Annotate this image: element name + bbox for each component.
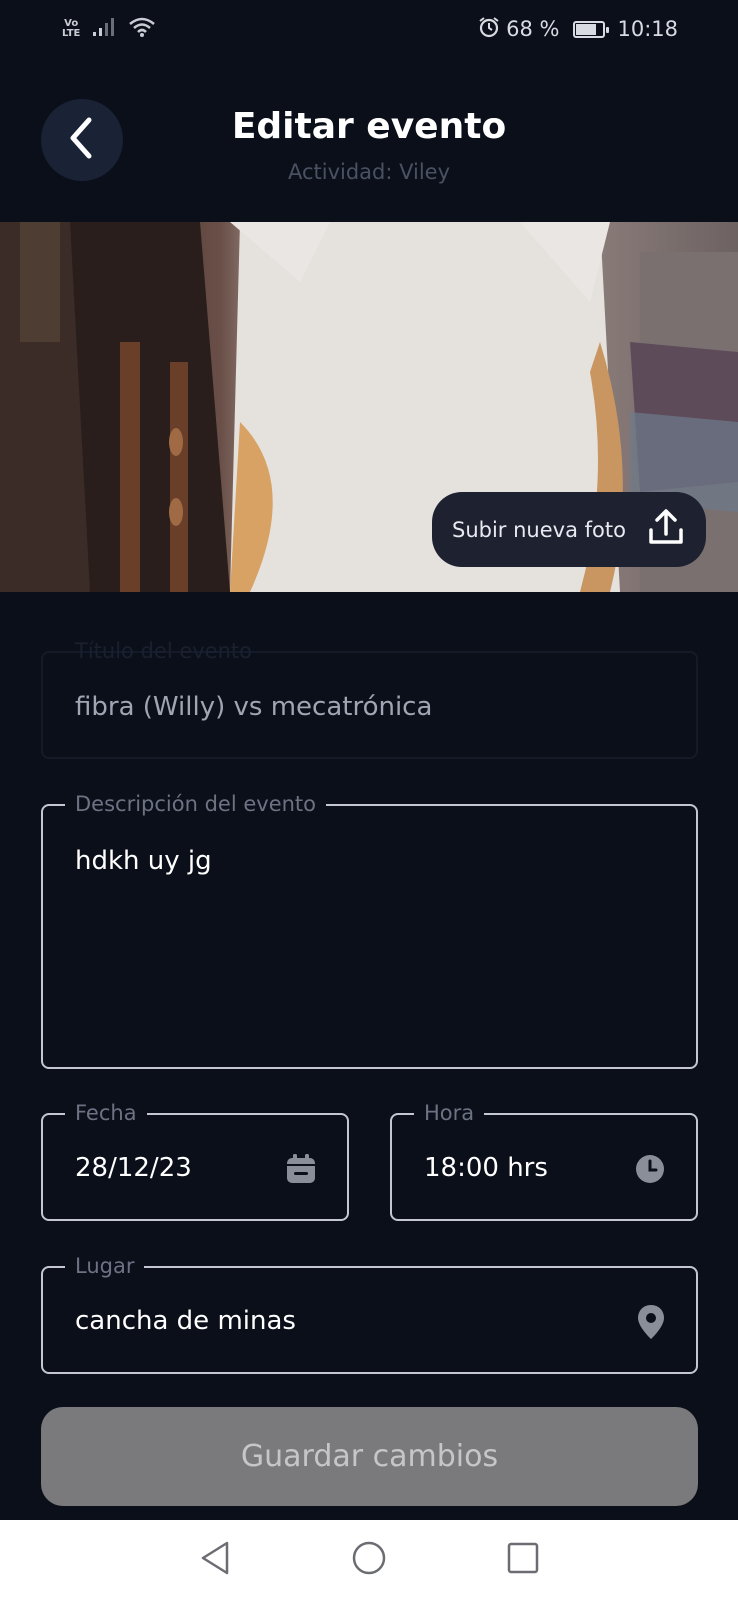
battery-icon: [573, 20, 610, 38]
clock-icon[interactable]: [634, 1153, 666, 1189]
event-title-value: fibra (Willy) vs mecatrónica: [75, 692, 433, 722]
status-right: 68 % 10:18: [478, 16, 678, 43]
page-subtitle: Actividad: Viley: [287, 160, 451, 184]
battery-percent: 68 %: [506, 17, 560, 41]
event-place-label: Lugar: [65, 1253, 145, 1279]
nav-back-icon[interactable]: [199, 1540, 231, 1580]
volte-indicator: Vo LTE: [62, 19, 80, 39]
event-title-label: Título del evento: [75, 639, 252, 663]
status-bar: Vo LTE 68 % 10:18: [0, 0, 738, 58]
battery-level: [576, 23, 596, 35]
event-description-value: hdkh uy jg: [75, 846, 212, 876]
event-time-value: 18:00 hrs: [424, 1153, 548, 1183]
event-date-value: 28/12/23: [75, 1153, 192, 1183]
status-time: 10:18: [617, 17, 678, 41]
wifi-icon: [128, 16, 156, 43]
event-place-field[interactable]: Lugar cancha de minas: [41, 1253, 698, 1374]
volte-bottom-text: LTE: [62, 28, 81, 39]
event-time-field[interactable]: Hora 18:00 hrs: [390, 1100, 698, 1221]
event-description-field[interactable]: Descripción del evento hdkh uy jg: [41, 791, 698, 1069]
event-time-label: Hora: [414, 1100, 485, 1126]
system-nav-bar: [0, 1520, 738, 1600]
event-date-field[interactable]: Fecha 28/12/23: [41, 1100, 349, 1221]
location-pin-icon[interactable]: [637, 1304, 665, 1344]
event-description-label: Descripción del evento: [65, 791, 327, 817]
upload-icon: [648, 508, 684, 551]
upload-photo-label: Subir nueva foto: [452, 517, 626, 542]
nav-recents-icon[interactable]: [507, 1542, 539, 1578]
status-left: Vo LTE: [62, 16, 156, 43]
event-place-value: cancha de minas: [75, 1306, 296, 1336]
save-button[interactable]: Guardar cambios: [41, 1407, 698, 1506]
upload-photo-button[interactable]: Subir nueva foto: [432, 492, 706, 567]
page-title: Editar evento: [231, 106, 507, 147]
event-date-label: Fecha: [65, 1100, 147, 1126]
signal-icon: [92, 17, 116, 42]
event-title-field[interactable]: Título del evento fibra (Willy) vs mecat…: [41, 639, 698, 759]
calendar-icon[interactable]: [285, 1153, 317, 1189]
alarm-icon: [478, 16, 500, 43]
nav-home-icon[interactable]: [351, 1540, 387, 1580]
